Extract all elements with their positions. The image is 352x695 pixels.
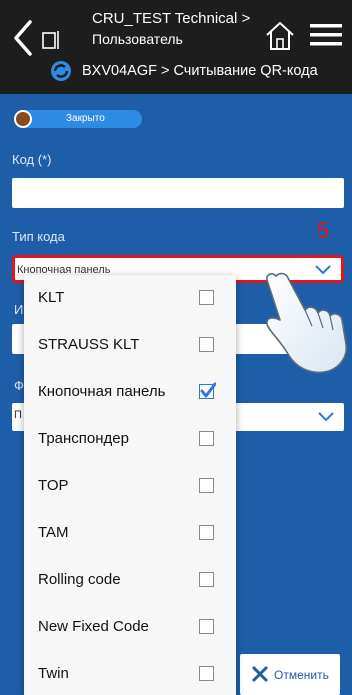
dropdown-option[interactable]: Транспондер [24,416,236,463]
field-label-hidden-2: Ф [14,378,24,393]
dropdown-option[interactable]: New Fixed Code [24,604,236,651]
dropdown-option[interactable]: Rolling code [24,557,236,604]
dropdown-option[interactable]: Кнопочная панель [24,369,236,416]
checkbox[interactable] [199,619,214,634]
cancel-label: Отменить [274,668,329,682]
sync-icon [51,61,71,81]
dropdown-option[interactable]: STRAUSS KLT [24,322,236,369]
chevron-down-icon [318,412,334,422]
hamburger-menu-icon[interactable] [310,22,342,48]
dropdown-option[interactable]: TAM [24,510,236,557]
hidden-select-value: П [14,409,22,421]
back-icon[interactable] [12,18,34,58]
breadcrumb-title: CRU_TEST Technical > [92,10,251,27]
checkmark-icon [200,382,216,398]
dropdown-option[interactable]: Twin [24,651,236,695]
dropdown-option[interactable]: TOP [24,463,236,510]
field-label-hidden: И [14,302,24,317]
dropdown-option[interactable]: KLT [24,275,236,322]
checkbox[interactable] [199,525,214,540]
code-label: Код (*) [12,152,52,167]
code-type-dropdown: KLT STRAUSS KLT Кнопочная панель Транспо… [24,275,236,695]
home-icon[interactable] [265,20,295,52]
checkbox[interactable] [199,290,214,305]
code-type-label: Тип кода [12,229,65,244]
pointing-hand-icon [266,272,348,374]
window-icon [42,31,59,49]
checkbox[interactable] [199,666,214,681]
page-subtitle: BXV04AGF > Считывание QR-кода [82,63,318,79]
step-number-annotation: 5 [317,218,330,243]
checkbox[interactable] [199,572,214,587]
status-label: Закрыто [66,113,105,124]
checkbox[interactable] [199,337,214,352]
status-dot-icon [14,110,32,128]
code-input[interactable] [12,178,344,208]
app-header: CRU_TEST Technical > Пользователь BXV04A… [0,0,352,94]
checkbox[interactable] [199,478,214,493]
status-badge: Закрыто [14,110,142,128]
checkbox-checked[interactable] [199,382,216,399]
close-icon [251,665,269,683]
cancel-button[interactable]: Отменить [240,654,340,695]
checkbox[interactable] [199,431,214,446]
breadcrumb-subtitle: Пользователь [92,31,183,47]
